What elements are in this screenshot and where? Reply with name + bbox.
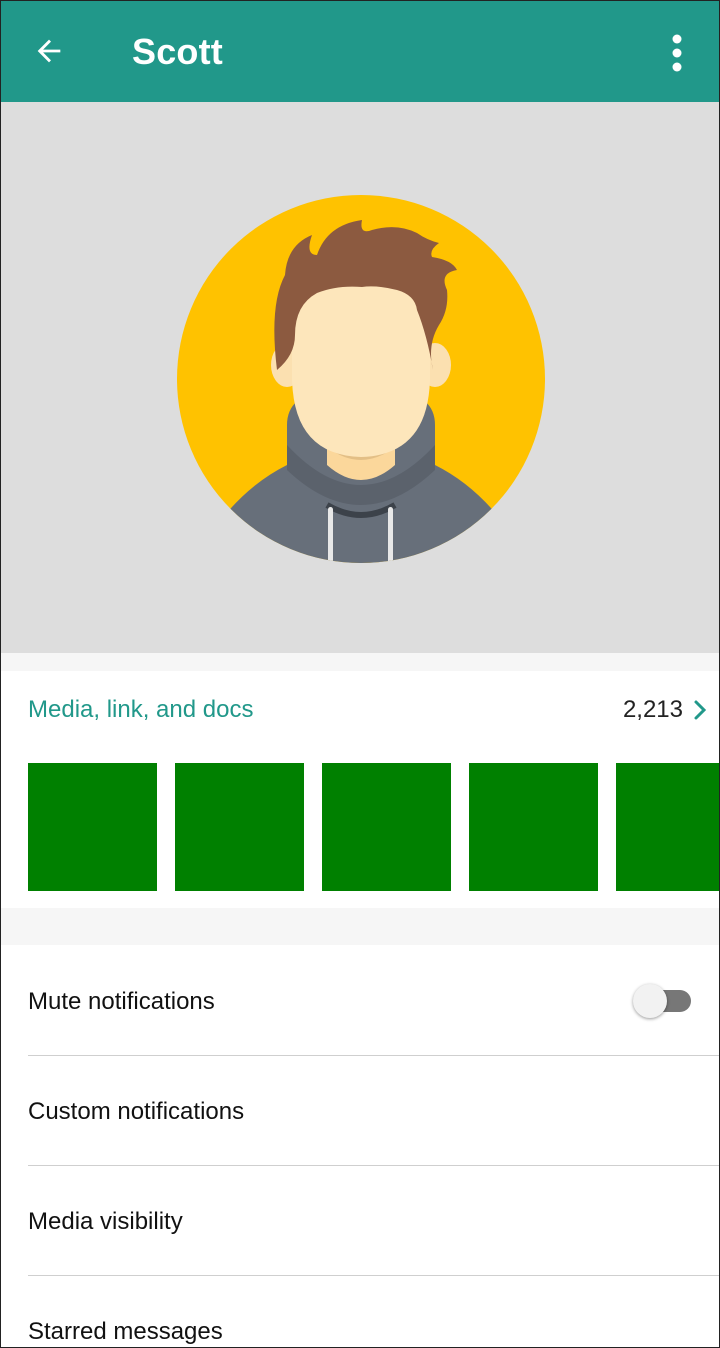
arrow-left-icon <box>37 39 61 63</box>
media-visibility-label: Media visibility <box>28 1208 183 1235</box>
media-visibility-row[interactable]: Media visibility <box>1 1166 719 1276</box>
media-thumbnails <box>28 763 719 891</box>
media-thumbnail[interactable] <box>175 763 304 891</box>
more-vertical-icon <box>672 34 682 72</box>
contact-name-title: Scott <box>132 31 223 72</box>
media-section: Media, link, and docs 2,213 <box>1 671 719 908</box>
chevron-right-icon[interactable] <box>691 699 709 721</box>
starred-messages-label: Starred messages <box>28 1318 223 1345</box>
media-thumbnail[interactable] <box>322 763 451 891</box>
more-options-button[interactable] <box>653 27 701 79</box>
settings-list: Mute notifications Custom notifications … <box>1 945 719 1347</box>
custom-notifications-row[interactable]: Custom notifications <box>1 1056 719 1166</box>
media-thumbnail[interactable] <box>28 763 157 891</box>
media-thumbnail[interactable] <box>469 763 598 891</box>
back-button[interactable] <box>25 27 73 75</box>
toggle-knob <box>633 984 667 1018</box>
starred-messages-row[interactable]: Starred messages <box>1 1276 719 1347</box>
section-spacer <box>1 908 719 945</box>
mute-notifications-label: Mute notifications <box>28 988 215 1015</box>
mute-notifications-toggle[interactable] <box>633 984 693 1018</box>
media-thumbnail[interactable] <box>616 763 719 891</box>
app-bar: Scott <box>1 1 719 102</box>
media-count[interactable]: 2,213 <box>623 696 683 724</box>
media-links-docs-link[interactable]: Media, link, and docs <box>28 696 253 724</box>
custom-notifications-label: Custom notifications <box>28 1098 245 1125</box>
mute-notifications-row[interactable]: Mute notifications <box>1 945 719 1055</box>
section-spacer <box>1 653 719 671</box>
contact-info-screen: Scott Media, link, and docs 2,213 Mute n… <box>0 0 720 1348</box>
avatar-illustration <box>177 195 545 563</box>
profile-photo-area[interactable] <box>1 102 719 653</box>
